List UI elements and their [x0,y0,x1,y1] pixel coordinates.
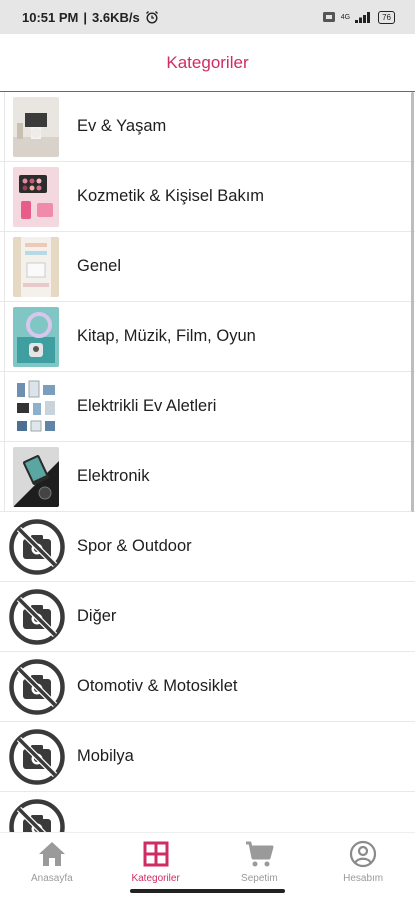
sim-icon [322,12,335,22]
category-label: Diğer [77,607,117,625]
category-thumbnail [13,236,59,297]
category-thumbnail [13,446,59,507]
category-label: Ev & Yaşam [77,117,167,135]
nav-account-label: Hesabım [343,873,384,884]
status-right: 4G 76 [322,10,395,24]
category-thumbnail [13,166,59,227]
network-type: 4G [340,13,351,21]
battery-level: 76 [382,12,391,22]
category-label: Genel [77,257,122,275]
category-row-elektronik[interactable]: Elektronik [0,442,415,512]
category-row-partial[interactable] [0,792,415,832]
category-label: Otomotiv & Motosiklet [77,677,238,695]
category-row-ev-yasam[interactable]: Ev & Yaşam [0,92,415,162]
category-label: Kitap, Müzik, Film, Oyun [77,327,256,345]
status-separator: | [83,9,88,25]
category-thumbnail [13,96,59,157]
status-bar: 10:51 PM | 3.6KB/s 4G 76 [0,0,415,34]
nav-cart-label: Sepetim [241,873,278,884]
nav-home-label: Anasayfa [31,873,73,884]
list-scrollbar[interactable] [411,92,414,512]
category-row-otomotiv[interactable]: Otomotiv & Motosiklet [0,652,415,722]
grid-icon [141,839,171,869]
alarm-icon [145,11,158,24]
signal-icon [355,12,371,23]
battery-icon: 76 [378,10,395,24]
home-indicator-bar [130,889,285,893]
category-label: Mobilya [77,747,134,765]
no-photo-icon [9,728,65,785]
page-header: Kategoriler [0,34,415,92]
status-time: 10:51 PM [22,9,79,25]
cart-icon [244,839,274,869]
category-row-mobilya[interactable]: Mobilya [0,722,415,792]
status-speed: 3.6KB/s [92,9,140,25]
category-row-kozmetik[interactable]: Kozmetik & Kişisel Bakım [0,162,415,232]
category-row-genel[interactable]: Genel [0,232,415,302]
category-row-kitap-muzik[interactable]: Kitap, Müzik, Film, Oyun [0,302,415,372]
status-left: 10:51 PM | 3.6KB/s [22,10,159,25]
nav-account[interactable]: Hesabım [311,833,415,901]
category-label: Spor & Outdoor [77,537,192,555]
nav-categories-label: Kategoriler [131,873,180,884]
user-icon [348,839,378,869]
no-photo-icon [9,658,65,715]
category-list[interactable]: Ev & Yaşam Kozmetik & Kişisel Bakım Gene… [0,92,415,832]
category-label: Elektronik [77,467,150,485]
page-title: Kategoriler [166,52,249,72]
category-row-elektrikli-ev-aletleri[interactable]: Elektrikli Ev Aletleri [0,372,415,442]
category-row-spor-outdoor[interactable]: Spor & Outdoor [0,512,415,582]
nav-home[interactable]: Anasayfa [0,833,104,901]
category-label: Kozmetik & Kişisel Bakım [77,187,265,205]
no-photo-icon [9,798,65,832]
category-thumbnail [13,306,59,367]
category-label: Elektrikli Ev Aletleri [77,397,217,415]
home-icon [37,839,67,869]
category-thumbnail [13,376,59,437]
no-photo-icon [9,518,65,575]
no-photo-icon [9,588,65,645]
category-row-diger[interactable]: Diğer [0,582,415,652]
